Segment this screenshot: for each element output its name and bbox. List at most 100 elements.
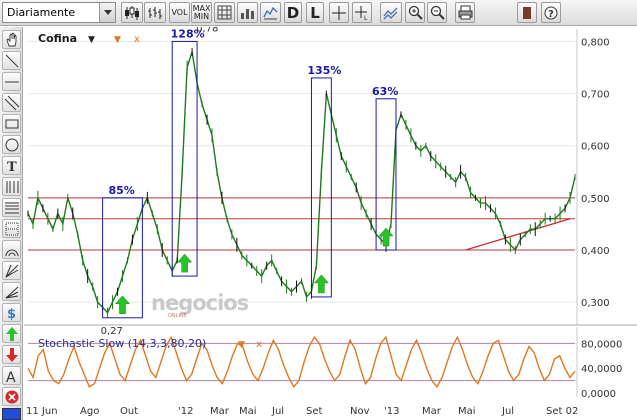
- svg-text:A: A: [6, 370, 16, 384]
- rally-percent-label: 63%: [372, 85, 398, 98]
- fan-lines-icon: [5, 264, 19, 278]
- time-tick-label: Mai: [239, 406, 257, 417]
- time-tick-label: Jul: [271, 406, 284, 417]
- svg-text:L: L: [364, 15, 368, 20]
- speed-lines-icon: [5, 286, 19, 299]
- zoom-out-button[interactable]: [427, 2, 447, 23]
- grid-button[interactable]: [214, 2, 235, 23]
- fibonacci-tool[interactable]: [2, 177, 21, 196]
- indicator-label[interactable]: Stochastic Slow (14,3,3,80,20): [38, 337, 206, 350]
- sell-arrow-tool[interactable]: [2, 345, 21, 364]
- delete-icon: [5, 390, 19, 404]
- grid-icon: [217, 5, 232, 20]
- time-tick-label: Ago: [80, 406, 99, 417]
- price-tick-label: 0,700: [581, 90, 610, 101]
- crosshair-button[interactable]: [329, 2, 349, 23]
- toolbar: Diariamente VOL MAX MIN D L L ?: [0, 0, 637, 26]
- help-button[interactable]: ?: [541, 2, 561, 23]
- time-tick-label: Nov: [350, 406, 370, 417]
- line-tool[interactable]: [2, 51, 21, 70]
- pan-tool[interactable]: [2, 30, 21, 49]
- price-chart[interactable]: 85%128%135%63%0,780,27 0,8000,7000,6000,…: [24, 27, 637, 420]
- time-tick-label: 11 Jun: [26, 406, 58, 417]
- price-tick-label: 0,500: [581, 194, 610, 205]
- watermark-logo: negocios: [151, 291, 249, 315]
- crosshair-icon: [332, 5, 346, 20]
- area-chart-button[interactable]: [260, 2, 281, 23]
- fan-tool[interactable]: [2, 261, 21, 280]
- dotted-grid-icon: [5, 222, 19, 236]
- bar-chart-button[interactable]: [237, 2, 258, 23]
- dollar-icon: $: [7, 307, 16, 321]
- scale-d-label: D: [286, 3, 300, 22]
- rally-percent-label: 85%: [108, 184, 134, 197]
- speed-lines-tool[interactable]: [2, 282, 21, 301]
- horizontal-line-icon: [5, 81, 19, 83]
- price-tick-label: 0,600: [581, 142, 610, 153]
- stochastic-tick-label: 40,0000: [581, 364, 622, 375]
- settings-triangle-icon[interactable]: ▼: [114, 35, 121, 45]
- print-button[interactable]: [455, 2, 475, 23]
- horizontal-line-tool[interactable]: [2, 72, 21, 91]
- time-tick-label: Set: [306, 406, 323, 417]
- scale-d-button[interactable]: D: [284, 2, 302, 23]
- time-tick-label: Out: [120, 406, 138, 417]
- ellipse-tool[interactable]: [2, 135, 21, 154]
- volume-button[interactable]: VOL: [169, 2, 190, 23]
- help-icon: ?: [544, 6, 558, 20]
- indicator-close-icon[interactable]: x: [256, 339, 262, 350]
- arc-tool[interactable]: [2, 240, 21, 259]
- indicator-settings-icon[interactable]: ▼: [238, 340, 245, 350]
- candlestick-icon: [125, 5, 139, 20]
- rectangle-tool[interactable]: [2, 114, 21, 133]
- horizontal-levels-icon: [5, 202, 19, 214]
- parallel-lines-icon: [4, 95, 20, 111]
- vertical-lines-icon: [6, 181, 19, 193]
- volume-button-label: VOL: [171, 7, 188, 17]
- crosshair-snap-icon: L: [355, 5, 368, 20]
- delete-tool[interactable]: [2, 387, 21, 406]
- time-tick-label: Jul: [501, 406, 514, 417]
- chevron-down-icon: [99, 3, 115, 22]
- fibonacci-retracement-tool[interactable]: [2, 198, 21, 217]
- chart-application: Diariamente VOL MAX MIN D L L ? T $ A 85…: [0, 0, 637, 420]
- candlestick-button[interactable]: [121, 2, 143, 23]
- channel-tool[interactable]: [2, 93, 21, 112]
- arrow-up-icon: [6, 327, 18, 341]
- grid-tool[interactable]: [2, 219, 21, 238]
- scale-l-button[interactable]: L: [306, 2, 324, 23]
- time-tick-label: '13: [384, 406, 399, 417]
- crosshair-snap-button[interactable]: L: [352, 2, 372, 23]
- maxmin-label-min: MIN: [193, 11, 210, 21]
- rectangle-icon: [5, 119, 19, 129]
- maxmin-button[interactable]: MAX MIN: [191, 2, 212, 23]
- price-tick-label: 0,400: [581, 246, 610, 257]
- time-tick-label: Set 02: [546, 406, 578, 417]
- period-select[interactable]: Diariamente: [2, 2, 116, 23]
- text-tool[interactable]: T: [2, 156, 21, 175]
- ohlc-bars-button[interactable]: [144, 2, 166, 23]
- area-chart-icon: [263, 6, 278, 20]
- close-symbol-icon[interactable]: x: [134, 34, 140, 45]
- circle-icon: [5, 138, 19, 152]
- dollar-tool[interactable]: $: [2, 303, 21, 322]
- buy-arrow-tool[interactable]: [2, 324, 21, 343]
- bar-chart-icon: [241, 9, 254, 19]
- color-swatch[interactable]: [2, 408, 21, 420]
- time-tick-label: Mar: [210, 406, 230, 417]
- zoom-in-button[interactable]: [405, 2, 425, 23]
- price-tick-label: 0,300: [581, 298, 610, 309]
- symbol-label[interactable]: Cofina: [38, 32, 77, 45]
- arrow-down-icon: [6, 348, 18, 362]
- scale-l-label: L: [310, 3, 320, 22]
- info-button[interactable]: [517, 2, 537, 23]
- period-select-value: Diariamente: [7, 6, 76, 19]
- draw-trend-button[interactable]: [380, 2, 402, 23]
- low-value-label: 0,27: [101, 326, 123, 337]
- annotation-tool[interactable]: A: [2, 366, 21, 385]
- diagonal-line-icon: [5, 54, 19, 68]
- svg-text:$: $: [7, 307, 16, 321]
- letter-a-icon: A: [6, 370, 16, 384]
- symbol-dropdown-icon[interactable]: ▼: [88, 35, 95, 45]
- svg-text:?: ?: [548, 9, 554, 20]
